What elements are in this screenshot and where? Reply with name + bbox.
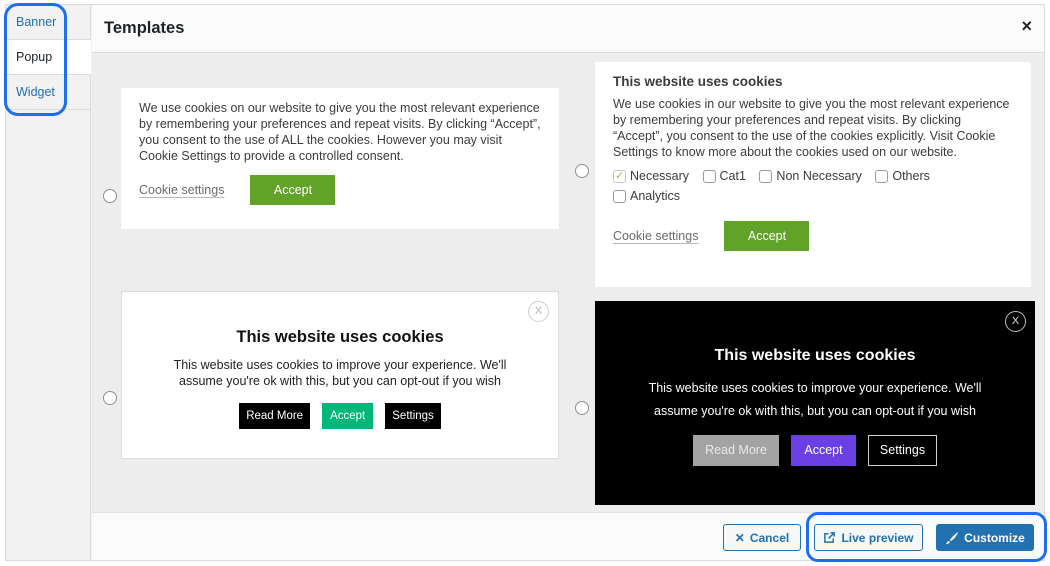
- template-type-sidebar: Banner Popup Widget: [6, 5, 91, 560]
- checkbox-icon[interactable]: [613, 168, 626, 185]
- cancel-label: Cancel: [749, 530, 790, 545]
- template-3-settings-button[interactable]: Settings: [385, 403, 441, 429]
- template-1-accept-button[interactable]: Accept: [250, 175, 336, 205]
- category-label: Cat1: [719, 169, 746, 183]
- template-3-radio[interactable]: [103, 391, 117, 405]
- templates-modal: Banner Popup Widget Templates × We use c…: [5, 4, 1045, 561]
- modal-title: Templates: [104, 19, 185, 37]
- template-2-radio[interactable]: [575, 164, 589, 178]
- templates-grid: We use cookies on our website to give yo…: [92, 54, 1044, 513]
- category-non-necessary[interactable]: Non Necessary: [759, 168, 862, 185]
- template-2-accept-button[interactable]: Accept: [724, 221, 810, 251]
- popup-close-icon[interactable]: X: [1005, 311, 1026, 332]
- category-cat1[interactable]: Cat1: [702, 168, 746, 185]
- checkbox-icon[interactable]: [875, 170, 889, 183]
- brush-icon: [946, 531, 959, 544]
- external-link-icon: [824, 532, 836, 543]
- close-icon: ✕: [734, 530, 745, 545]
- modal-footer: ✕ Cancel Live preview Customize: [92, 512, 1044, 560]
- template-4-preview[interactable]: X This website uses cookies This website…: [595, 301, 1035, 505]
- category-label: Non Necessary: [776, 169, 862, 183]
- category-others[interactable]: Others: [875, 168, 930, 185]
- live-preview-button[interactable]: Live preview: [814, 524, 923, 551]
- close-icon[interactable]: ×: [1021, 17, 1032, 35]
- template-1-body: We use cookies on our website to give yo…: [139, 101, 541, 163]
- cancel-button[interactable]: ✕ Cancel: [723, 524, 801, 551]
- main-panel: Templates × We use cookies on our websit…: [92, 5, 1044, 560]
- category-label: Others: [892, 169, 930, 183]
- template-4-title: This website uses cookies: [714, 347, 916, 364]
- sidebar-item-popup[interactable]: Popup: [6, 40, 91, 75]
- customize-label: Customize: [964, 530, 1025, 545]
- template-3-preview[interactable]: X This website uses cookies This website…: [121, 291, 559, 459]
- template-4-radio[interactable]: [575, 401, 589, 415]
- category-necessary[interactable]: Necessary: [613, 168, 689, 185]
- cookie-category-list: Necessary Cat1 Non Necessary Others Anal…: [613, 168, 1013, 208]
- template-4-accept-button[interactable]: Accept: [791, 435, 856, 466]
- template-3-body: This website uses cookies to improve you…: [173, 358, 507, 388]
- sidebar-item-banner[interactable]: Banner: [6, 5, 90, 40]
- checkbox-icon[interactable]: [702, 170, 716, 183]
- template-2-preview[interactable]: This website uses cookies We use cookies…: [595, 62, 1031, 287]
- template-3-accept-button[interactable]: Accept: [322, 403, 374, 429]
- template-4-read-more-button[interactable]: Read More: [693, 435, 779, 466]
- category-label: Necessary: [630, 169, 690, 183]
- modal-header: Templates ×: [92, 5, 1044, 53]
- template-3-read-more-button[interactable]: Read More: [239, 403, 311, 429]
- template-4-settings-button[interactable]: Settings: [868, 435, 937, 466]
- customize-button[interactable]: Customize: [936, 524, 1034, 551]
- live-preview-label: Live preview: [841, 530, 914, 545]
- template-1-cookie-settings-link[interactable]: Cookie settings: [139, 183, 224, 197]
- template-1-radio[interactable]: [103, 189, 117, 203]
- checkbox-icon[interactable]: [613, 190, 626, 203]
- template-4-body: This website uses cookies to improve you…: [648, 381, 982, 418]
- sidebar-item-widget[interactable]: Widget: [6, 75, 90, 110]
- template-2-cookie-settings-link[interactable]: Cookie settings: [613, 229, 698, 243]
- template-3-title: This website uses cookies: [236, 328, 444, 346]
- template-2-body: We use cookies in our website to give yo…: [613, 97, 1010, 159]
- checkbox-icon[interactable]: [759, 170, 773, 183]
- category-analytics[interactable]: Analytics: [613, 188, 680, 205]
- popup-close-icon[interactable]: X: [528, 301, 549, 322]
- template-1-preview[interactable]: We use cookies on our website to give yo…: [121, 88, 559, 229]
- template-2-title: This website uses cookies: [613, 74, 783, 89]
- category-label: Analytics: [630, 189, 681, 203]
